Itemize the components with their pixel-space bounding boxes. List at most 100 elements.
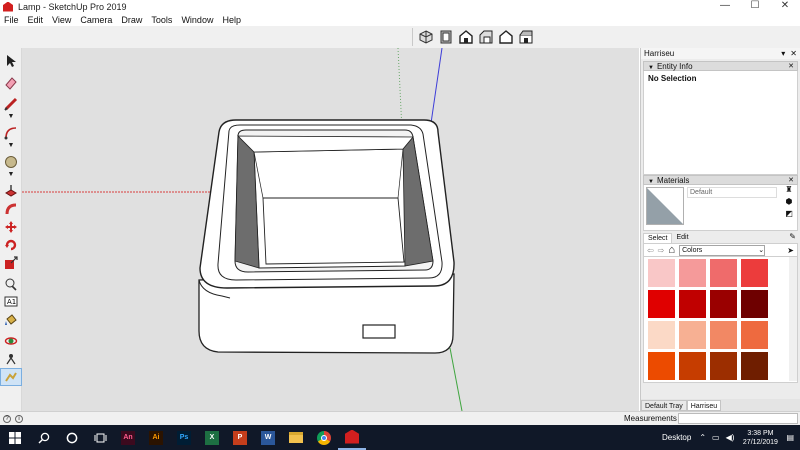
- menu-camera[interactable]: Camera: [80, 15, 112, 25]
- material-swatch[interactable]: [741, 321, 768, 349]
- material-swatch[interactable]: [679, 321, 706, 349]
- credits-icon[interactable]: i: [15, 414, 23, 423]
- material-swatch[interactable]: [679, 290, 706, 318]
- minimize-button[interactable]: —: [710, 0, 740, 13]
- material-swatch[interactable]: [679, 352, 706, 380]
- taskbar-powerpoint-button[interactable]: P: [226, 425, 254, 450]
- back-arrow-icon[interactable]: ⇦: [647, 246, 654, 255]
- entity-info-header[interactable]: ▼ Entity Info ✕: [643, 61, 798, 71]
- swatch-scrollbar[interactable]: [789, 257, 797, 381]
- arc-tool-icon[interactable]: [0, 124, 22, 142]
- search-button[interactable]: [30, 425, 58, 450]
- panel-close-icon[interactable]: ✕: [788, 62, 794, 70]
- materials-header[interactable]: ▼ Materials ✕: [643, 175, 798, 185]
- menu-tools[interactable]: Tools: [151, 15, 172, 25]
- menu-file[interactable]: File: [4, 15, 19, 25]
- tape-measure-tool-icon[interactable]: [0, 275, 22, 293]
- scale-tool-icon[interactable]: [0, 254, 22, 272]
- material-swatch[interactable]: [648, 259, 675, 287]
- eraser-tool-icon[interactable]: [0, 74, 22, 92]
- menu-view[interactable]: View: [52, 15, 71, 25]
- front-view-icon[interactable]: [457, 28, 475, 46]
- material-name-field[interactable]: Default: [687, 187, 777, 198]
- right-view-icon[interactable]: [477, 28, 495, 46]
- desktop-toolbar-label[interactable]: Desktop: [662, 433, 691, 442]
- push-pull-tool-icon[interactable]: [0, 182, 22, 200]
- cortana-button[interactable]: [58, 425, 86, 450]
- drawing-viewport[interactable]: [22, 48, 639, 411]
- material-swatch[interactable]: [648, 352, 675, 380]
- material-swatch[interactable]: [710, 259, 737, 287]
- move-tool-icon[interactable]: [0, 218, 22, 236]
- paint-bucket-tool-icon[interactable]: [0, 311, 22, 329]
- panel-close-icon[interactable]: ✕: [788, 176, 794, 184]
- material-swatch[interactable]: [648, 290, 675, 318]
- taskbar-illustrator-button[interactable]: Ai: [142, 425, 170, 450]
- material-swatch[interactable]: [741, 352, 768, 380]
- taskbar-word-button[interactable]: W: [254, 425, 282, 450]
- tab-edit[interactable]: Edit: [672, 233, 692, 243]
- material-swatch[interactable]: [648, 321, 675, 349]
- measurements-input[interactable]: [678, 413, 798, 424]
- tab-default-tray[interactable]: Default Tray: [641, 400, 687, 411]
- in-model-home-icon[interactable]: ⌂: [668, 244, 675, 256]
- start-button[interactable]: [0, 425, 30, 450]
- text-tool-icon[interactable]: A1: [0, 293, 22, 311]
- details-menu-icon[interactable]: ➤: [787, 246, 794, 255]
- select-tool-icon[interactable]: [0, 52, 22, 70]
- material-swatch[interactable]: [679, 259, 706, 287]
- sample-paint-icon[interactable]: ◩: [785, 209, 793, 218]
- material-swatch[interactable]: [741, 259, 768, 287]
- follow-me-tool-icon[interactable]: [0, 200, 22, 218]
- volume-icon[interactable]: ◀): [726, 433, 735, 442]
- taskbar-chrome-button[interactable]: [310, 425, 338, 450]
- taskbar-photoshop-button[interactable]: Ps: [170, 425, 198, 450]
- display-secondary-icon[interactable]: ♜: [785, 185, 792, 194]
- taskbar-sketchup-button[interactable]: [338, 425, 366, 450]
- sample-paint-eyedropper-icon[interactable]: ✎: [789, 232, 796, 241]
- menu-help[interactable]: Help: [222, 15, 241, 25]
- network-icon[interactable]: ▭: [712, 433, 720, 442]
- tray-pin-icon[interactable]: ▾: [781, 49, 785, 58]
- chevron-up-icon[interactable]: ⌃: [699, 433, 706, 442]
- notifications-icon[interactable]: ▤: [786, 433, 794, 442]
- cortana-icon: [66, 432, 78, 443]
- material-swatch[interactable]: [710, 321, 737, 349]
- lamp-model[interactable]: [198, 119, 455, 354]
- tab-select[interactable]: Select: [643, 233, 673, 243]
- iso-view-icon[interactable]: [417, 28, 435, 46]
- arc-dropdown-icon[interactable]: ▼: [0, 142, 22, 149]
- walk-tool-icon[interactable]: [0, 350, 22, 368]
- taskbar-excel-button[interactable]: X: [198, 425, 226, 450]
- taskbar-animate-button[interactable]: An: [114, 425, 142, 450]
- top-view-icon[interactable]: [437, 28, 455, 46]
- taskbar-file-explorer-button[interactable]: [282, 425, 310, 450]
- geo-location-icon[interactable]: ?: [3, 414, 11, 423]
- maximize-button[interactable]: ☐: [740, 0, 770, 13]
- model-canvas[interactable]: [22, 48, 639, 411]
- menu-draw[interactable]: Draw: [121, 15, 142, 25]
- task-view-button[interactable]: [86, 425, 114, 450]
- close-button[interactable]: ✕: [770, 0, 800, 13]
- back-view-icon[interactable]: [497, 28, 515, 46]
- task-view-icon: [94, 433, 106, 442]
- create-material-icon[interactable]: ⬢: [786, 197, 793, 206]
- circle-dropdown-icon[interactable]: ▼: [0, 171, 22, 178]
- left-view-icon[interactable]: [517, 28, 535, 46]
- forward-arrow-icon[interactable]: ⇨: [658, 246, 665, 255]
- orbit-tool-icon[interactable]: [0, 332, 22, 350]
- material-swatch[interactable]: [710, 352, 737, 380]
- line-tool-icon[interactable]: [0, 95, 22, 113]
- look-around-tool-icon[interactable]: [0, 368, 22, 386]
- menu-window[interactable]: Window: [181, 15, 213, 25]
- material-swatch[interactable]: [741, 290, 768, 318]
- circle-tool-icon[interactable]: [0, 153, 22, 171]
- menu-edit[interactable]: Edit: [28, 15, 44, 25]
- material-swatch[interactable]: [710, 290, 737, 318]
- tab-harriseu[interactable]: Harriseu: [686, 400, 722, 411]
- rotate-tool-icon[interactable]: [0, 236, 22, 254]
- tray-close-icon[interactable]: ✕: [790, 49, 797, 58]
- line-dropdown-icon[interactable]: ▼: [0, 113, 22, 120]
- clock[interactable]: 3:38 PM 27/12/2019: [740, 429, 780, 447]
- library-select[interactable]: Colors ⌄: [679, 244, 766, 256]
